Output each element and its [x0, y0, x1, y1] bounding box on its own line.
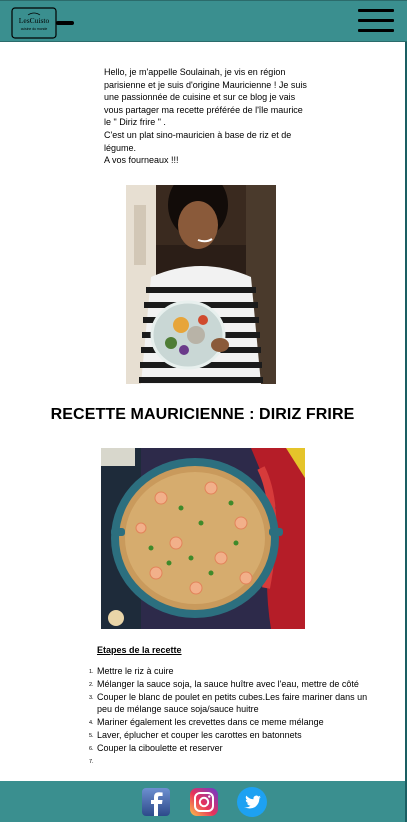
step-text: Mélanger la sauce soja, la sauce huître …	[97, 678, 359, 689]
step-item: 3. Couper le blanc de poulet en petits cu…	[89, 691, 377, 716]
author-photo	[126, 185, 276, 384]
step-item: 6. Couper la ciboulette et reserver	[89, 742, 377, 755]
step-number: 2.	[89, 681, 94, 688]
site-footer	[0, 781, 405, 822]
page-title: RECETTE MAURICIENNE : DIRIZ FRIRE	[50, 406, 355, 423]
steps-heading: Etapes de la recette	[97, 645, 182, 655]
intro-paragraph: Hello, je m'appelle Soulainah, je vis en…	[104, 67, 307, 128]
step-item: 1. Mettre le riz à cuire	[89, 665, 377, 678]
logo-text: LesCuisto	[19, 16, 50, 25]
twitter-icon[interactable]	[234, 786, 270, 818]
step-number: 6.	[89, 745, 94, 752]
step-text: Laver, éplucher et couper les carottes e…	[97, 730, 302, 741]
step-item: 2. Mélanger la sauce soja, la sauce huîtr…	[89, 678, 377, 691]
step-item: 4. Mariner également les crevettes dans c…	[89, 716, 377, 729]
step-number: 7.	[89, 758, 94, 765]
step-item: 5. Laver, éplucher et couper les carottes…	[89, 729, 377, 742]
step-number: 4.	[89, 720, 94, 727]
recipe-steps-list: 1. Mettre le riz à cuire 2. Mélanger la sa…	[89, 665, 377, 765]
recipe-photo	[101, 448, 305, 629]
facebook-icon[interactable]	[139, 786, 175, 818]
intro-paragraph: C'est un plat sino-mauricien à base de r…	[104, 129, 292, 153]
site-header: LesCuisto cuisine du monde	[0, 0, 407, 42]
logo-subtext: cuisine du monde	[21, 27, 48, 31]
step-text: Mariner également les crevettes dans ce …	[97, 717, 324, 728]
step-number: 5.	[89, 733, 94, 740]
step-text: Couper la ciboulette et reserver	[97, 742, 223, 753]
intro-paragraph: A vos fourneaux !!!	[104, 155, 179, 166]
step-number: 3.	[89, 694, 94, 701]
instagram-icon[interactable]	[186, 786, 222, 818]
step-number: 1.	[89, 669, 94, 675]
step-text: Couper le blanc de poulet en petits cube…	[97, 691, 368, 715]
site-logo[interactable]: LesCuisto cuisine du monde	[10, 5, 76, 41]
intro-text: Hello, je m'appelle Soulainah, je vis en…	[104, 66, 308, 167]
step-text: Mettre le riz à cuire	[97, 666, 174, 676]
hamburger-icon[interactable]	[358, 9, 394, 33]
